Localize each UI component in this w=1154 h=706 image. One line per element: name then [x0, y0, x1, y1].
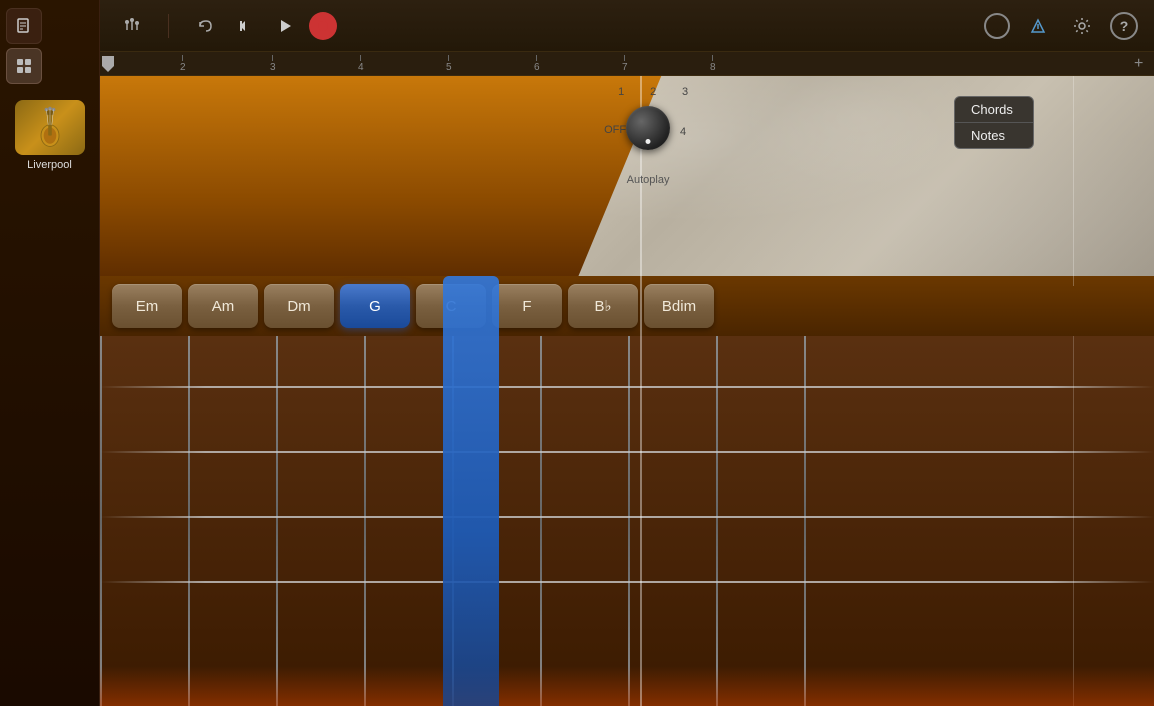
track-name: Liverpool: [27, 159, 72, 171]
ruler-mark-4: 4: [358, 55, 364, 73]
play-button[interactable]: [269, 10, 301, 42]
chord-f[interactable]: F: [492, 284, 562, 328]
string-4: [100, 581, 1154, 583]
popup-chords[interactable]: Chords: [955, 97, 1033, 123]
toolbar-sep-1: [168, 14, 169, 38]
fret-line-5: [540, 336, 542, 706]
knob-label-3: 3: [682, 86, 688, 98]
track-icon: [15, 100, 85, 155]
fret-line-7: [716, 336, 718, 706]
grid-button[interactable]: [6, 48, 42, 84]
active-chord-bar: [443, 276, 499, 706]
track-liverpool[interactable]: Liverpool: [0, 92, 99, 179]
sidebar-top-buttons: [0, 0, 99, 92]
ruler: 2 3 4 5 6 7 8 +: [100, 52, 1154, 75]
side-divider-right: [1073, 76, 1074, 286]
ruler-mark-5: 5: [446, 55, 452, 73]
mixer-button[interactable]: [116, 10, 148, 42]
document-button[interactable]: [6, 8, 42, 44]
fret-line-6: [628, 336, 630, 706]
fret-line-0: [100, 336, 102, 706]
timeline-ruler: 2 3 4 5 6 7 8 +: [100, 52, 1154, 76]
knob-label-4: 4: [680, 126, 686, 138]
autoplay-knob[interactable]: [626, 106, 670, 150]
ruler-mark-3: 3: [270, 55, 276, 73]
knob-label-off: OFF: [604, 124, 626, 136]
chord-dm[interactable]: Dm: [264, 284, 334, 328]
sidebar: Liverpool: [0, 0, 100, 706]
undo-button[interactable]: [189, 10, 221, 42]
help-button[interactable]: ?: [1110, 12, 1138, 40]
fret-line-2: [276, 336, 278, 706]
bottom-glow: [100, 666, 1154, 706]
settings-button[interactable]: [1066, 10, 1098, 42]
add-track-button[interactable]: +: [1134, 56, 1150, 72]
chord-notes-popup: Chords Notes: [954, 96, 1034, 149]
main-content: 1 2 3 4 OFF Autoplay Chords Notes: [100, 76, 1154, 706]
toolbar-transport: [189, 10, 337, 42]
string-1: [100, 386, 1154, 388]
right-boundary-line: [1073, 336, 1074, 706]
fretboard: [100, 336, 1154, 706]
fret-line-8: [804, 336, 806, 706]
ruler-mark-2: 2: [180, 55, 186, 73]
ruler-mark-6: 6: [534, 55, 540, 73]
knob-area: 1 2 3 4 OFF: [598, 86, 698, 166]
toolbar-right: ?: [984, 10, 1138, 42]
autoplay-label: Autoplay: [627, 174, 670, 186]
string-2: [100, 451, 1154, 453]
string-3: [100, 516, 1154, 518]
toolbar-left: [116, 10, 148, 42]
app-container: Liverpool: [0, 0, 1154, 706]
chord-buttons-row: Em Am Dm G C F B♭ Bdim: [100, 276, 1154, 336]
knob-label-1: 1: [618, 86, 624, 98]
knob-dot: [646, 139, 651, 144]
track-region: 1 2 3 4 OFF Autoplay Chords Notes: [100, 76, 1154, 286]
chord-bb[interactable]: B♭: [568, 284, 638, 328]
chord-g[interactable]: G: [340, 284, 410, 328]
fret-line-3: [364, 336, 366, 706]
circle-button[interactable]: [984, 13, 1010, 39]
chord-em[interactable]: Em: [112, 284, 182, 328]
popup-notes[interactable]: Notes: [955, 123, 1033, 148]
knob-label-2: 2: [650, 86, 656, 98]
toolbar: ?: [100, 0, 1154, 52]
rewind-button[interactable]: [229, 10, 261, 42]
record-button[interactable]: [309, 12, 337, 40]
fret-line-1: [188, 336, 190, 706]
ruler-mark-8: 8: [710, 55, 716, 73]
autoplay-panel: 1 2 3 4 OFF Autoplay: [598, 86, 698, 186]
tuner-button[interactable]: [1022, 10, 1054, 42]
chord-bdim[interactable]: Bdim: [644, 284, 714, 328]
ruler-mark-7: 7: [622, 55, 628, 73]
chord-am[interactable]: Am: [188, 284, 258, 328]
